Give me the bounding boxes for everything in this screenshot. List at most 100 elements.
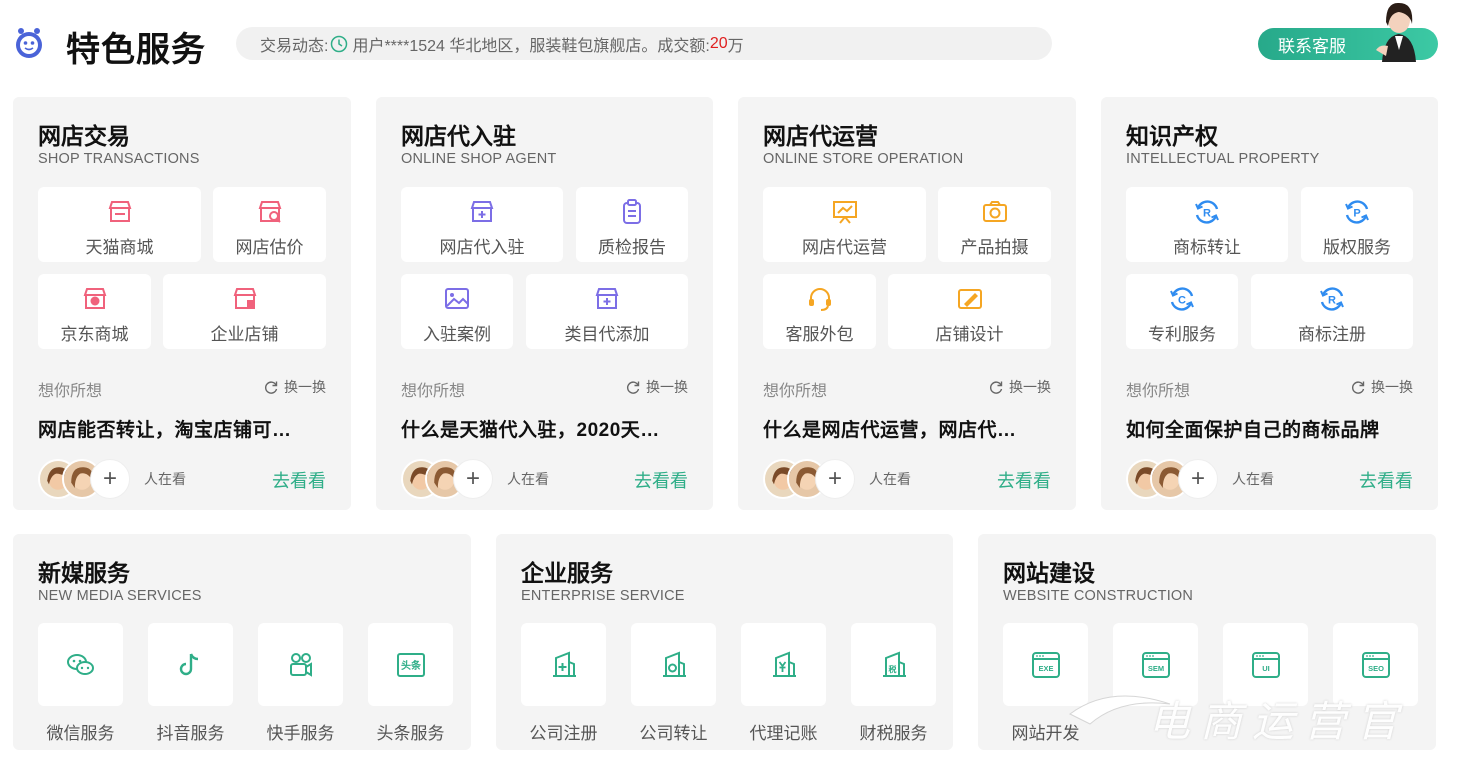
trademark-register-icon: R: [1320, 287, 1344, 311]
tile-trademark-registration[interactable]: R 商标注册: [1251, 274, 1413, 349]
tile-label: 商标注册: [1298, 325, 1366, 344]
go-see-link[interactable]: 去看看: [1359, 467, 1413, 493]
tile-company-registration[interactable]: [521, 623, 606, 706]
tile-label: 客服外包: [785, 325, 854, 344]
tile-company-transfer[interactable]: [631, 623, 716, 706]
store-plus-icon: [470, 201, 494, 222]
exe-window-icon: EXE: [1031, 651, 1060, 678]
go-see-link[interactable]: 去看看: [272, 467, 326, 493]
viewers-group: + 人在看: [38, 459, 198, 499]
tile-product-photography[interactable]: 产品拍摄: [938, 187, 1051, 262]
card-title: 新媒服务: [38, 560, 130, 586]
tile-label: 企业店铺: [210, 325, 279, 344]
tile-label: 专利服务: [1148, 325, 1216, 344]
tile-jd-mall[interactable]: 京东商城: [38, 274, 151, 349]
camera-icon: [982, 201, 1007, 222]
tile-label: 代理记账: [749, 724, 818, 743]
tile-shop-agent-entry[interactable]: 网店代入驻: [401, 187, 563, 262]
tile-shop-valuation[interactable]: 网店估价: [213, 187, 326, 262]
card-title: 企业服务: [521, 560, 613, 586]
tile-label: 版权服务: [1323, 238, 1391, 257]
tile-label: 快手服务: [266, 724, 335, 743]
tiktok-icon: [179, 653, 198, 675]
card-subtitle: SHOP TRANSACTIONS: [38, 151, 200, 167]
toutiao-icon: 头条: [396, 652, 425, 677]
add-viewer-icon: +: [1178, 459, 1218, 499]
trademark-cycle-icon: R: [1195, 200, 1219, 224]
copyright-cycle-icon: P: [1345, 200, 1369, 224]
card-subtitle: ONLINE SHOP AGENT: [401, 151, 557, 167]
storefront-icon: [108, 201, 131, 222]
go-see-link[interactable]: 去看看: [997, 467, 1051, 493]
question-link[interactable]: 什么是网店代运营，网店代…: [763, 415, 1017, 442]
logo-icon: [16, 28, 42, 58]
go-see-link[interactable]: 去看看: [634, 467, 688, 493]
card-subtitle: NEW MEDIA SERVICES: [38, 588, 202, 604]
tile-enterprise-store[interactable]: 企业店铺: [163, 274, 326, 349]
think-label: 想你所想: [763, 383, 828, 400]
swap-button[interactable]: 换一换: [625, 377, 688, 397]
building-plus-icon: [552, 651, 576, 677]
tile-douyin-service[interactable]: [148, 623, 233, 706]
tile-sem-service[interactable]: SEM: [1113, 623, 1198, 706]
card-online-store-operation: 网店代运营 ONLINE STORE OPERATION 网店代运营 产品拍摄 …: [738, 97, 1076, 510]
think-label: 想你所想: [38, 383, 103, 400]
headset-icon: [808, 288, 831, 311]
add-viewer-icon: +: [90, 459, 130, 499]
tile-tmall-mall[interactable]: 天猫商城: [38, 187, 201, 262]
card-enterprise-service: 企业服务 ENTERPRISE SERVICE 公司注册 公司转让 代理记账 税…: [496, 534, 953, 750]
tile-copyright-service[interactable]: P 版权服务: [1301, 187, 1413, 262]
swap-button[interactable]: 换一换: [263, 377, 326, 397]
tile-label: 京东商城: [60, 325, 129, 344]
tile-wechat-service[interactable]: [38, 623, 123, 706]
tile-label: 入驻案例: [423, 325, 491, 344]
tile-agency-bookkeeping[interactable]: [741, 623, 826, 706]
tile-store-operation[interactable]: 网店代运营: [763, 187, 926, 262]
ui-window-icon: UI: [1251, 651, 1280, 678]
ui-icon-text: UI: [1262, 664, 1270, 673]
swap-label: 换一换: [284, 379, 326, 395]
swap-button[interactable]: 换一换: [1350, 377, 1413, 397]
svg-text:头条: 头条: [401, 659, 422, 672]
tile-category-add[interactable]: 类目代添加: [526, 274, 688, 349]
card-subtitle: INTELLECTUAL PROPERTY: [1126, 151, 1320, 167]
svg-text:C: C: [1178, 295, 1186, 307]
card-title: 网站建设: [1003, 560, 1095, 586]
think-label: 想你所想: [401, 383, 466, 400]
card-website-construction: 网站建设 WEBSITE CONSTRUCTION EXE 网站开发 SEM U…: [978, 534, 1436, 750]
tile-customer-service-outsourcing[interactable]: 客服外包: [763, 274, 876, 349]
swap-label: 换一换: [1009, 379, 1051, 395]
tile-ui-design[interactable]: UI: [1223, 623, 1308, 706]
kuaishou-icon: [289, 652, 312, 677]
design-pencil-icon: [957, 289, 982, 309]
ticker-text: 用户****1524 华北地区，服装鞋包旗舰店。成交额:: [352, 37, 710, 55]
page-title: 特色服务: [66, 31, 206, 69]
tile-label: 网店估价: [235, 238, 304, 257]
tile-label: 公司转让: [639, 724, 708, 743]
card-title: 网店交易: [38, 123, 130, 149]
tile-quality-report[interactable]: 质检报告: [576, 187, 688, 262]
tile-trademark-transfer[interactable]: R 商标转让: [1126, 187, 1288, 262]
tile-store-design[interactable]: 店铺设计: [888, 274, 1051, 349]
card-new-media-services: 新媒服务 NEW MEDIA SERVICES 微信服务 抖音服务 快手服务 头…: [13, 534, 471, 750]
question-link[interactable]: 网店能否转让，淘宝店铺可…: [38, 415, 292, 442]
tile-kuaishou-service[interactable]: [258, 623, 343, 706]
ticker-amount: 20: [709, 34, 728, 52]
tile-toutiao-service[interactable]: 头条: [368, 623, 453, 706]
swap-label: 换一换: [1371, 379, 1413, 395]
tile-tax-service[interactable]: 税: [851, 623, 936, 706]
tile-entry-cases[interactable]: 入驻案例: [401, 274, 513, 349]
question-link[interactable]: 如何全面保护自己的商标品牌: [1126, 415, 1380, 442]
tile-seo-service[interactable]: SEO: [1333, 623, 1418, 706]
store-search-icon: [258, 201, 281, 223]
tile-label: 网店代入驻: [439, 238, 525, 257]
add-viewer-icon: +: [453, 459, 493, 499]
question-link[interactable]: 什么是天猫代入驻，2020天…: [401, 415, 660, 442]
tile-website-development[interactable]: EXE: [1003, 623, 1088, 706]
swap-button[interactable]: 换一换: [988, 377, 1051, 397]
tile-patent-service[interactable]: C 专利服务: [1126, 274, 1238, 349]
add-viewer-icon: +: [815, 459, 855, 499]
card-title: 知识产权: [1126, 123, 1218, 149]
patent-cycle-icon: C: [1170, 287, 1194, 311]
card-subtitle: ENTERPRISE SERVICE: [521, 588, 685, 604]
